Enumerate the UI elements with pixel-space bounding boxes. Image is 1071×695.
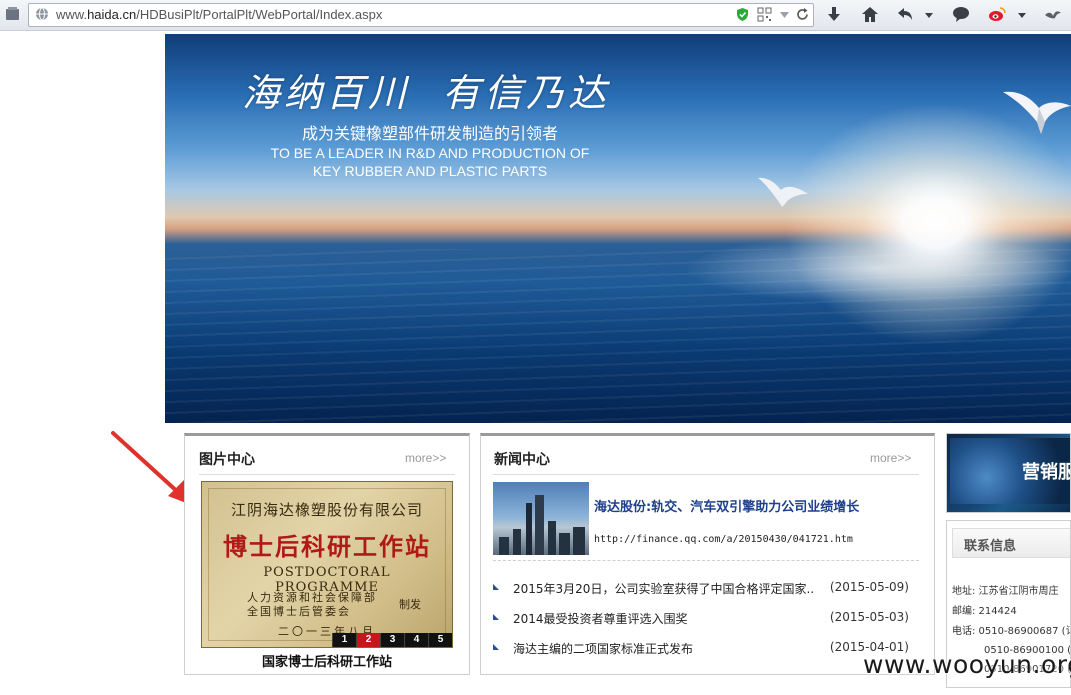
hero-banner: 海纳百川 有信乃达 成为关键橡塑部件研发制造的引领者 TO BE A LEADE… [165, 34, 1071, 423]
banner-slogan-en-line2: KEY RUBBER AND PLASTIC PARTS [312, 163, 548, 179]
news-center-more-link[interactable]: more>> [870, 451, 911, 465]
plaque-issued: 制发 [399, 598, 421, 611]
home-icon[interactable] [860, 5, 880, 24]
building [559, 533, 570, 555]
contact-title: 联系信息 [964, 539, 1017, 554]
news-item-title[interactable]: 海达主编的二项国家标准正式发布 [513, 640, 693, 657]
seagull-icon [758, 177, 808, 207]
banner-slogan-en-line1: TO BE A LEADER IN R&D AND PRODUCTION OF [270, 145, 590, 161]
page-button-5[interactable]: 5 [428, 633, 452, 647]
news-item-date: (2015-05-09) [829, 580, 909, 594]
picture-center-more-link[interactable]: more>> [405, 451, 446, 465]
building [526, 503, 532, 555]
page-button-2[interactable]: 2 [356, 633, 380, 647]
news-item-date: (2015-05-03) [829, 610, 909, 624]
shield-icon[interactable] [735, 7, 750, 22]
bullet-icon [493, 584, 499, 590]
refresh-icon[interactable] [795, 7, 810, 22]
news-item[interactable]: 2015年3月20日，公司实验室获得了中国合格评定国家.. (2015-05-0… [493, 580, 919, 598]
marketing-label: 营销服 [1022, 462, 1071, 483]
news-item[interactable]: 海达主编的二项国家标准正式发布 (2015-04-01) [493, 640, 919, 658]
building [499, 537, 509, 555]
banner-slogan-cn: 成为关键橡塑部件研发制造的引领者 [301, 124, 558, 143]
divider [493, 474, 919, 475]
featured-photo[interactable]: 江阴海达橡塑股份有限公司 博士后科研工作站 POSTDOCTORAL PROGR… [201, 481, 453, 648]
photo-caption[interactable]: 国家博士后科研工作站 [201, 651, 453, 670]
plaque-company: 江阴海达橡塑股份有限公司 [230, 501, 423, 519]
page-button-1[interactable]: 1 [332, 633, 356, 647]
weibo-icon[interactable] [987, 5, 1007, 24]
dropdown-icon[interactable] [1015, 5, 1029, 24]
bird-icon[interactable] [1043, 5, 1063, 24]
globe-icon [36, 7, 48, 21]
news-headline-url[interactable]: http://finance.qq.com/a/20150430/041721.… [594, 534, 853, 545]
address-bar[interactable]: www.haida.cn/HDBusiPlt/PortalPlt/WebPort… [28, 3, 814, 27]
divider [199, 474, 455, 475]
news-item-title[interactable]: 2015年3月20日，公司实验室获得了中国合格评定国家.. [513, 580, 814, 597]
back-icon[interactable] [895, 5, 915, 24]
sea-waves [165, 249, 1071, 423]
news-item-title[interactable]: 2014最受投资者尊重评选入围奖 [513, 610, 688, 627]
picture-center-title: 图片中心 [199, 452, 255, 468]
page-button-3[interactable]: 3 [380, 633, 404, 647]
dropdown-icon[interactable] [777, 7, 792, 22]
download-icon[interactable] [824, 5, 844, 24]
contact-header: 联系信息 [952, 528, 1070, 558]
building [548, 521, 556, 555]
plaque: 江阴海达橡塑股份有限公司 博士后科研工作站 POSTDOCTORAL PROGR… [208, 488, 446, 641]
plaque-title: 博士后科研工作站 [223, 532, 431, 561]
dropdown-icon[interactable] [922, 5, 936, 24]
app-menu-icon[interactable] [5, 6, 20, 21]
banner-calligraphy: 海纳百川 有信乃达 [242, 71, 611, 115]
contact-postcode: 邮编: 214424 [952, 606, 1017, 617]
chat-icon[interactable] [951, 5, 971, 24]
plaque-issuer2: 全国博士后管委会 [247, 605, 351, 618]
news-center-panel: 新闻中心 more>> 海达股份:轨交、汽车双引擎助力公司业绩增长 http:/… [480, 433, 935, 675]
news-thumbnail[interactable] [493, 482, 589, 555]
browser-toolbar: www.haida.cn/HDBusiPlt/PortalPlt/WebPort… [0, 0, 1071, 31]
news-center-title: 新闻中心 [494, 452, 550, 468]
marketing-banner[interactable]: 营销服 [946, 433, 1071, 513]
dotted-divider [493, 560, 919, 561]
picture-center-panel: 图片中心 more>> 江阴海达橡塑股份有限公司 博士后科研工作站 POSTDO… [184, 433, 470, 675]
building [535, 495, 544, 555]
contact-phone: 电话: 0510-86900687 (订 [952, 626, 1071, 637]
bullet-icon [493, 614, 499, 620]
page-button-4[interactable]: 4 [404, 633, 428, 647]
building [573, 527, 585, 555]
qr-code-icon[interactable] [757, 7, 772, 22]
contact-address: 地址: 江苏省江阴市周庄 [952, 586, 1059, 597]
news-headline-link[interactable]: 海达股份:轨交、汽车双引擎助力公司业绩增长 [594, 496, 859, 515]
news-item[interactable]: 2014最受投资者尊重评选入围奖 (2015-05-03) [493, 610, 919, 628]
url-text[interactable]: www.haida.cn/HDBusiPlt/PortalPlt/WebPort… [56, 7, 382, 22]
bullet-icon [493, 644, 499, 650]
building [513, 529, 521, 555]
seagull-icon [1003, 91, 1071, 134]
slideshow-pager: 1 2 3 4 5 [332, 633, 452, 647]
watermark: www.wooyun.org [863, 650, 1071, 679]
